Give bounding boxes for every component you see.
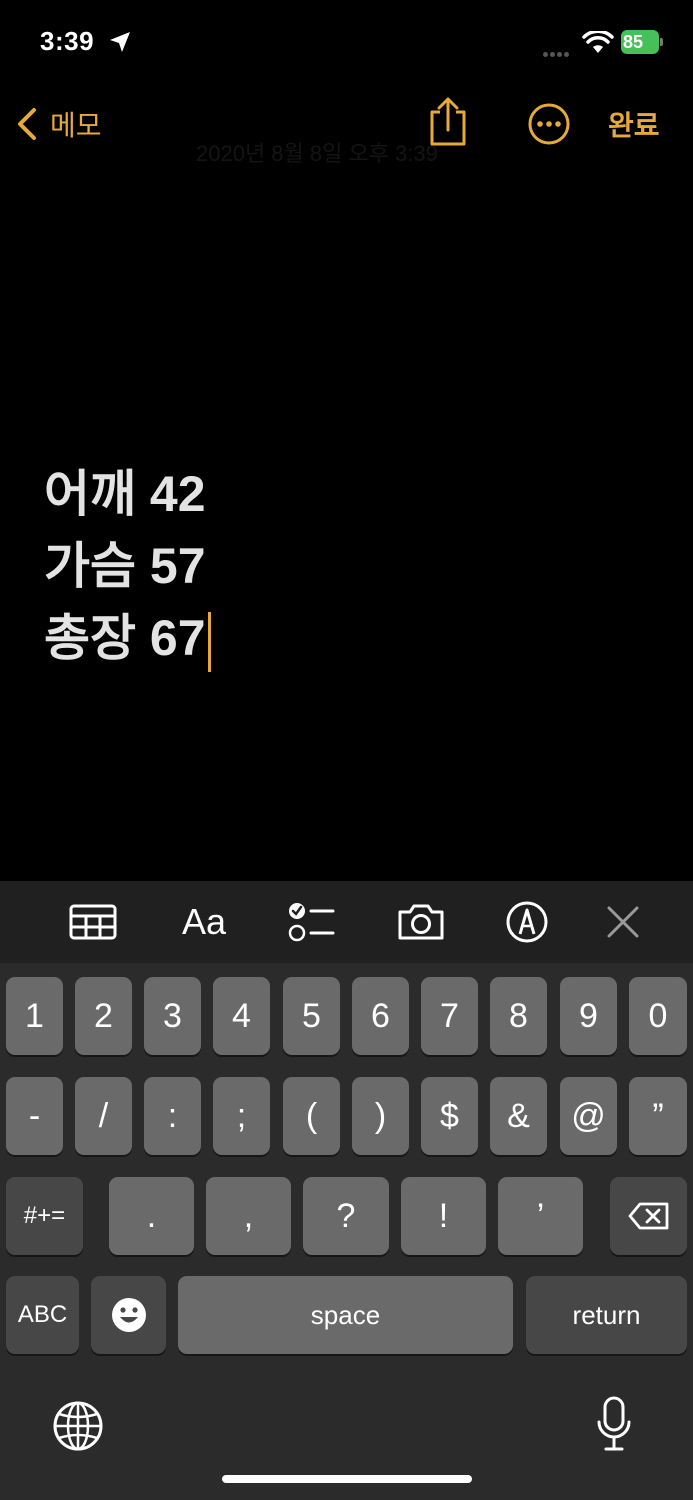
key-exclamation[interactable]: !: [401, 1177, 486, 1255]
chevron-left-icon: [18, 108, 36, 140]
return-key[interactable]: return: [526, 1276, 687, 1354]
text-cursor: [207, 611, 211, 672]
microphone-icon[interactable]: [596, 1395, 632, 1453]
battery-level: 85: [623, 32, 644, 52]
key-comma[interactable]: ,: [206, 1177, 291, 1255]
key-colon[interactable]: :: [144, 1077, 201, 1155]
note-date: 2020년 8월 8일 오후 3:39: [196, 141, 438, 166]
key-1[interactable]: 1: [6, 977, 63, 1055]
key-9[interactable]: 9: [560, 977, 617, 1055]
note-line: 가슴 57: [44, 538, 206, 594]
key-2[interactable]: 2: [75, 977, 132, 1055]
key-dash[interactable]: -: [6, 1077, 63, 1155]
done-button[interactable]: 완료: [608, 104, 660, 144]
table-icon[interactable]: [68, 899, 118, 945]
abc-key[interactable]: ABC: [6, 1276, 79, 1354]
key-quote[interactable]: ”: [629, 1077, 687, 1155]
key-0[interactable]: 0: [629, 977, 687, 1055]
key-apostrophe[interactable]: ’: [498, 1177, 583, 1255]
emoji-icon: [111, 1298, 146, 1332]
key-period[interactable]: .: [109, 1177, 194, 1255]
keyboard-toolbar: Aa: [0, 881, 693, 963]
note-line-text: 총장 67: [44, 610, 206, 666]
key-ampersand[interactable]: &: [490, 1077, 547, 1155]
status-time: 3:39: [40, 26, 95, 56]
key-question[interactable]: ?: [303, 1177, 389, 1255]
emoji-key[interactable]: [91, 1276, 166, 1354]
key-open-paren[interactable]: (: [283, 1077, 340, 1155]
status-bar: 3:39 85: [0, 0, 693, 86]
key-6[interactable]: 6: [352, 977, 409, 1055]
key-5[interactable]: 5: [283, 977, 340, 1055]
more-symbols-key[interactable]: #+=: [6, 1177, 83, 1255]
backspace-icon: [628, 1202, 668, 1230]
key-3[interactable]: 3: [144, 977, 201, 1055]
delete-key[interactable]: [610, 1177, 687, 1255]
close-icon[interactable]: [604, 899, 642, 945]
key-close-paren[interactable]: ): [352, 1077, 409, 1155]
home-indicator[interactable]: [222, 1475, 472, 1483]
markup-pen-icon[interactable]: [504, 899, 550, 945]
format-label: Aa: [181, 901, 227, 942]
back-button[interactable]: 메모: [14, 104, 102, 144]
format-button[interactable]: Aa: [176, 899, 232, 945]
key-8[interactable]: 8: [490, 977, 547, 1055]
wifi-icon: [582, 31, 614, 53]
globe-icon[interactable]: [52, 1400, 104, 1452]
more-options-icon[interactable]: [527, 102, 571, 146]
note-line: 어깨 42: [44, 466, 206, 522]
checklist-icon[interactable]: [286, 899, 336, 945]
location-arrow-icon: [110, 32, 130, 52]
back-label: 메모: [50, 110, 102, 141]
signal-dots-icon: [543, 44, 571, 62]
key-slash[interactable]: /: [75, 1077, 132, 1155]
note-line-current: 총장 67: [44, 602, 644, 674]
battery-charging-icon: 85: [621, 30, 663, 54]
key-at[interactable]: @: [560, 1077, 617, 1155]
key-7[interactable]: 7: [421, 977, 478, 1055]
key-semicolon[interactable]: ;: [213, 1077, 270, 1155]
space-key[interactable]: space: [178, 1276, 513, 1354]
camera-icon[interactable]: [396, 899, 446, 945]
note-body[interactable]: 어깨 42 가슴 57 총장 67: [44, 458, 644, 674]
key-dollar[interactable]: $: [421, 1077, 478, 1155]
key-4[interactable]: 4: [213, 977, 270, 1055]
